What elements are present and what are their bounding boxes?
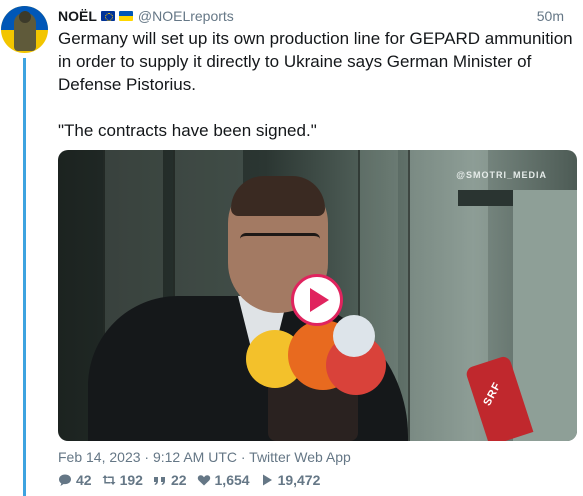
avatar[interactable] (1, 6, 48, 53)
thread-line (23, 58, 26, 496)
play-button[interactable] (291, 274, 343, 326)
quote-stat[interactable]: 22 (153, 472, 187, 488)
play-views-icon (262, 474, 272, 486)
like-stat[interactable]: 1,654 (197, 472, 250, 488)
heart-icon (197, 475, 210, 486)
tweet-stats: 42 192 22 1,654 19,472 (58, 472, 330, 488)
author-name[interactable]: NOËL (58, 8, 97, 24)
retweet-count: 192 (119, 472, 143, 488)
play-icon (310, 288, 329, 312)
reply-count: 42 (76, 472, 92, 488)
tweet-paragraph: "The contracts have been signed." (58, 121, 317, 140)
microphone-icon (333, 315, 375, 357)
quote-icon (153, 477, 165, 485)
retweet-stat[interactable]: 192 (102, 472, 143, 488)
eu-flag-icon (100, 11, 115, 21)
retweet-icon (102, 475, 116, 485)
quote-count: 22 (170, 472, 187, 488)
reply-icon (59, 474, 71, 486)
speaker-figure (88, 176, 418, 441)
views-stat[interactable]: 19,472 (260, 472, 321, 488)
reply-stat[interactable]: 42 (58, 472, 92, 488)
tweet-paragraph: Germany will set up its own production l… (58, 29, 573, 94)
tweet-timestamp[interactable]: 50m (537, 8, 564, 24)
like-count: 1,654 (214, 472, 250, 488)
video-thumbnail[interactable]: SRF @SMOTRI_MEDIA (58, 150, 577, 441)
tweet-header: NOËL @NOELreports 50m (58, 6, 578, 26)
speaker-hair (231, 176, 325, 216)
tweet-text: Germany will set up its own production l… (58, 27, 573, 142)
author-handle[interactable]: @NOELreports (138, 8, 234, 24)
views-count: 19,472 (277, 472, 321, 488)
tweet-meta-line[interactable]: Feb 14, 2023 · 9:12 AM UTC · Twitter Web… (58, 449, 351, 465)
ukraine-flag-icon (118, 11, 133, 21)
media-watermark: @SMOTRI_MEDIA (456, 170, 547, 180)
avatar-soldier-head (19, 11, 31, 23)
speaker-glasses (240, 233, 320, 247)
